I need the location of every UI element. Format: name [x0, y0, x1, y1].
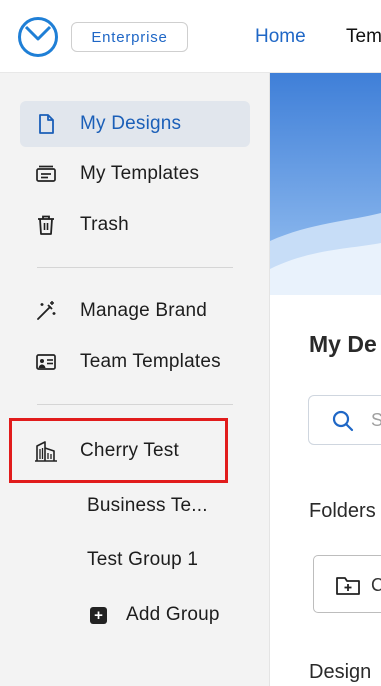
plus-icon: + — [90, 606, 107, 624]
create-folder-label: C — [371, 575, 381, 595]
document-icon — [34, 112, 58, 136]
page-title: My De — [309, 331, 377, 357]
nav-templates-link[interactable]: Tem — [346, 26, 381, 48]
search-placeholder: S — [371, 410, 381, 430]
folders-heading: Folders — [309, 500, 376, 522]
folder-add-icon — [336, 577, 360, 595]
add-group-button[interactable]: + Add Group — [90, 604, 220, 626]
search-input[interactable]: S — [308, 395, 381, 445]
sidebar-divider — [37, 404, 233, 405]
search-icon — [332, 410, 354, 432]
sidebar: My Designs My Templates Trash Manage Bra… — [0, 73, 270, 686]
app-logo-icon[interactable] — [17, 16, 59, 58]
hero-banner — [270, 73, 381, 295]
templates-icon — [34, 162, 58, 186]
designs-heading: Design — [309, 661, 372, 683]
sidebar-item-my-designs[interactable]: My Designs — [20, 101, 250, 147]
add-group-label: Add Group — [126, 604, 220, 625]
sidebar-item-manage-brand[interactable]: Manage Brand — [20, 288, 250, 334]
nav-home-link[interactable]: Home — [255, 26, 306, 48]
sidebar-item-label: Trash — [80, 214, 129, 235]
create-folder-button[interactable]: C — [313, 555, 381, 613]
sidebar-item-label: My Templates — [80, 163, 200, 184]
main-content: My De S Folders C Design — [270, 73, 381, 686]
sidebar-item-my-templates[interactable]: My Templates — [20, 151, 250, 197]
top-header: Enterprise Home Tem — [0, 0, 381, 73]
sidebar-item-label: Team Templates — [80, 351, 221, 372]
sidebar-item-trash[interactable]: Trash — [20, 202, 250, 248]
sidebar-subitem-business[interactable]: Business Te... — [87, 495, 208, 517]
plan-badge: Enterprise — [71, 22, 188, 52]
selection-highlight — [9, 418, 228, 483]
trash-icon — [34, 213, 58, 237]
sidebar-subitem-test-group-1[interactable]: Test Group 1 — [87, 549, 198, 571]
sidebar-item-team-templates[interactable]: Team Templates — [20, 339, 250, 385]
magic-wand-icon — [34, 299, 58, 323]
team-templates-icon — [34, 350, 58, 374]
sidebar-item-label: Manage Brand — [80, 300, 208, 321]
sidebar-divider — [37, 267, 233, 268]
sidebar-item-label: My Designs — [80, 113, 182, 134]
